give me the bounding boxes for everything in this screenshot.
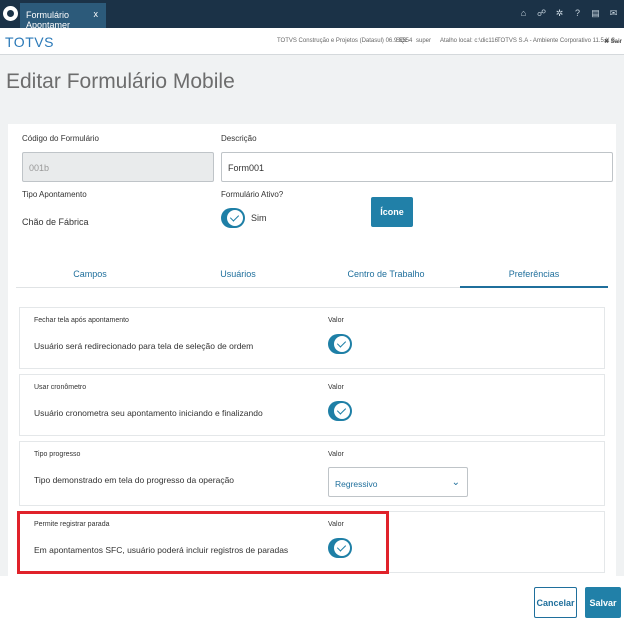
formulario-ativo-label: Formulário Ativo? [221, 190, 284, 199]
help-icon[interactable]: ? [573, 8, 582, 19]
logout-label: Sair [610, 39, 622, 45]
document-icon[interactable]: ▤ [591, 8, 600, 19]
preference-description: Usuário cronometra seu apontamento inici… [34, 408, 263, 418]
form-card: Código do Formulário 001b Descrição Form… [8, 124, 616, 576]
descricao-label: Descrição [221, 134, 257, 143]
gear-icon[interactable]: ✲ [555, 8, 564, 19]
preference-valor-label: Valor [328, 521, 344, 528]
save-button[interactable]: Salvar [585, 587, 621, 618]
preference-row-tipo-progresso: Tipo progresso Tipo demonstrado em tela … [19, 441, 605, 506]
sub-bar: TOTVS TOTVS Construção e Projetos (Datas… [0, 28, 624, 55]
fechar-tela-toggle[interactable] [328, 334, 352, 354]
codigo-input: 001b [22, 152, 214, 182]
preference-description: Tipo demonstrado em tela do progresso da… [34, 475, 235, 485]
company-info[interactable]: TOTVS Construção e Projetos (Datasul) 06… [277, 38, 412, 44]
tab-campos[interactable]: Campos [16, 261, 164, 287]
tipo-progresso-select[interactable]: Regressivo ⌄ [328, 467, 468, 497]
icone-button[interactable]: Ícone [371, 197, 413, 227]
preference-title: Fechar tela após apontamento [34, 317, 129, 324]
top-bar: Formulário Apontamer x ⌂ ☍ ✲ ? ▤ ✉ [0, 0, 624, 30]
user-info[interactable]: super [416, 38, 431, 44]
preference-title: Tipo progresso [34, 451, 81, 458]
permite-parada-toggle[interactable] [328, 538, 352, 558]
preference-description: Em apontamentos SFC, usuário poderá incl… [34, 545, 289, 555]
page-title: Editar Formulário Mobile [6, 70, 235, 93]
tab-label: Formulário Apontamer [26, 10, 71, 30]
check-icon [227, 210, 243, 226]
db-info: SQL [396, 38, 409, 44]
tipo-apontamento-value: Chão de Fábrica [22, 217, 89, 227]
preference-valor-label: Valor [328, 317, 344, 324]
check-icon [334, 403, 350, 419]
preference-row-fechar-tela: Fechar tela após apontamento Usuário ser… [19, 307, 605, 369]
tipo-apontamento-label: Tipo Apontamento [22, 190, 87, 199]
preference-valor-label: Valor [328, 384, 344, 391]
preference-row-usar-cronometro: Usar cronômetro Usuário cronometra seu a… [19, 374, 605, 436]
top-icons: ⌂ ☍ ✲ ? ▤ ✉ [519, 8, 618, 19]
mail-icon[interactable]: ✉ [609, 8, 618, 19]
cancel-button[interactable]: Cancelar [534, 587, 577, 618]
home-icon[interactable]: ⌂ [519, 8, 528, 19]
preference-row-permite-parada: Permite registrar parada Em apontamentos… [19, 511, 605, 573]
totvs-logo-icon [3, 6, 18, 21]
tab-bar: Campos Usuários Centro de Trabalho Prefe… [16, 261, 608, 288]
environment-info[interactable]: TOTVS S.A - Ambiente Corporativo 11.5.X … [497, 38, 620, 44]
formulario-ativo-value: Sim [251, 213, 267, 223]
codigo-label: Código do Formulário [22, 134, 99, 143]
descricao-input[interactable]: Form001 [221, 152, 613, 182]
sitemap-icon[interactable]: ☍ [537, 8, 546, 19]
brand-logo: TOTVS [5, 34, 54, 50]
check-icon [334, 540, 350, 556]
preference-description: Usuário será redirecionado para tela de … [34, 341, 254, 351]
tab-preferencias[interactable]: Preferências [460, 261, 608, 288]
footer: Cancelar Salvar [0, 576, 624, 629]
shortcut-info: Atalho local: c:\dic116 [440, 38, 498, 44]
select-value: Regressivo [335, 479, 378, 489]
tab-close-icon[interactable]: x [94, 9, 99, 19]
tab-usuarios[interactable]: Usuários [164, 261, 312, 287]
check-icon [334, 336, 350, 352]
preference-title: Permite registrar parada [34, 521, 110, 528]
preference-valor-label: Valor [328, 451, 344, 458]
tab-centro-de-trabalho[interactable]: Centro de Trabalho [312, 261, 460, 287]
preference-title: Usar cronômetro [34, 384, 87, 391]
tab-formulario-apontamento[interactable]: Formulário Apontamer x [20, 3, 106, 30]
chevron-down-icon: ⌄ [451, 477, 460, 488]
logout-button[interactable]: ✖ Sair [604, 38, 622, 45]
formulario-ativo-toggle[interactable] [221, 208, 245, 228]
usar-cronometro-toggle[interactable] [328, 401, 352, 421]
